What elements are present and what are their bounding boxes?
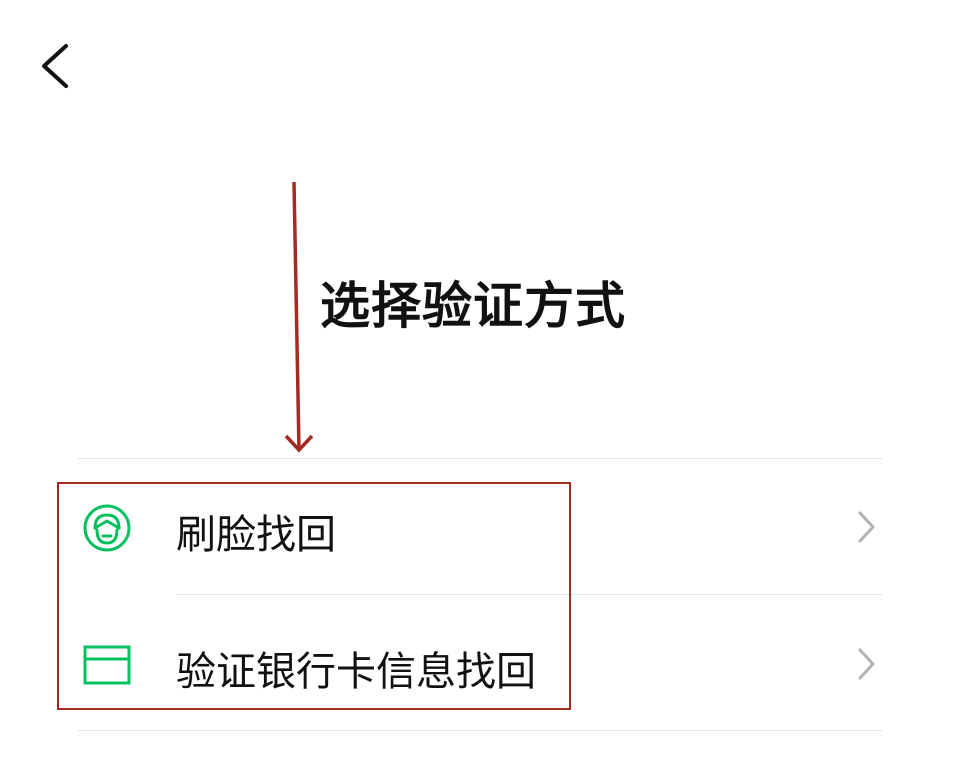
annotation-arrow — [284, 181, 314, 453]
chevron-right-icon — [858, 511, 875, 543]
option-bank-card-recovery[interactable]: 验证银行卡信息找回 — [78, 596, 882, 730]
list-divider — [176, 594, 882, 595]
chevron-right-icon — [858, 648, 875, 680]
option-label-face: 刷脸找回 — [176, 512, 336, 558]
option-label-bank-card: 验证银行卡信息找回 — [176, 649, 536, 695]
back-button[interactable] — [30, 36, 80, 96]
page-title: 选择验证方式 — [320, 277, 626, 335]
bank-card-icon — [83, 645, 131, 685]
list-divider-bottom — [78, 730, 882, 731]
option-face-recovery[interactable]: 刷脸找回 — [78, 459, 882, 593]
chevron-left-icon — [42, 44, 68, 88]
face-recognition-icon — [83, 504, 131, 552]
